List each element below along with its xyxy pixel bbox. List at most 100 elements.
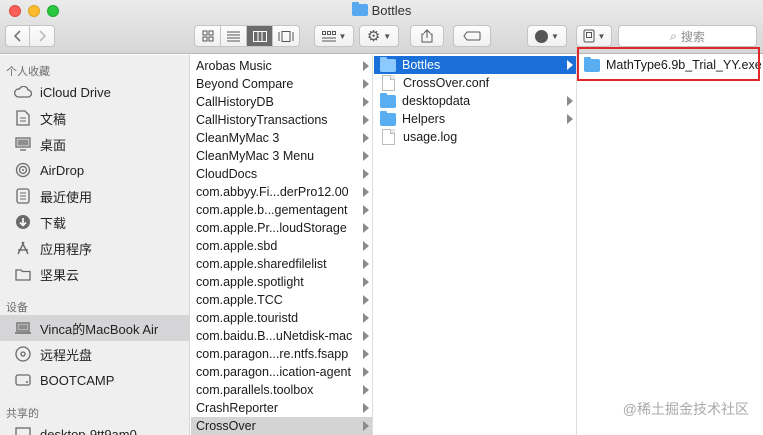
extension-button[interactable]: ▼ — [527, 25, 567, 47]
sidebar-item-network-desktop[interactable]: desktop-9tt9am0 — [0, 421, 189, 435]
cloud-icon — [14, 83, 32, 101]
share-icon — [421, 29, 433, 43]
list-item[interactable]: com.paragon...re.ntfs.fsapp — [191, 345, 372, 363]
chevron-right-icon — [363, 169, 369, 179]
chevron-right-icon — [39, 30, 46, 42]
drive-icon — [14, 371, 32, 389]
folder-icon — [380, 56, 396, 72]
list-item[interactable]: com.paragon...ication-agent — [191, 363, 372, 381]
tags-button[interactable] — [453, 25, 491, 47]
list-item[interactable]: CloudDocs — [191, 165, 372, 183]
icon-view-button[interactable] — [195, 26, 221, 46]
list-item[interactable]: com.apple.TCC — [191, 291, 372, 309]
chevron-right-icon — [363, 295, 369, 305]
network-icon — [14, 425, 32, 435]
download-icon — [14, 213, 32, 231]
list-item[interactable]: Helpers — [374, 110, 576, 128]
list-item[interactable]: com.apple.sbd — [191, 237, 372, 255]
list-item[interactable]: usage.log — [374, 128, 576, 146]
sidebar-item-bootcamp[interactable]: BOOTCAMP — [0, 367, 189, 393]
sidebar-heading-devices: 设备 — [6, 302, 28, 314]
desktop-icon — [14, 135, 32, 153]
list-item[interactable]: com.abbyy.Fi...derPro12.00 — [191, 183, 372, 201]
group-by-button[interactable]: ▼ — [314, 25, 354, 47]
list-item-selected[interactable]: CrossOver — [191, 417, 372, 435]
back-button[interactable] — [6, 26, 30, 46]
list-item[interactable]: CleanMyMac 3 — [191, 129, 372, 147]
chevron-right-icon — [567, 96, 573, 106]
sidebar-item-macbook[interactable]: Vinca的MacBook Air — [0, 315, 189, 341]
forward-button[interactable] — [30, 26, 54, 46]
chevron-right-icon — [363, 367, 369, 377]
chevron-right-icon — [363, 349, 369, 359]
chevron-right-icon — [567, 114, 573, 124]
chevron-right-icon — [363, 205, 369, 215]
search-icon: ⌕ — [670, 28, 677, 43]
device-button[interactable]: ▼ — [576, 25, 612, 47]
sidebar-heading-favorites: 个人收藏 — [6, 66, 50, 78]
sidebar-item-desktop[interactable]: 桌面 — [0, 131, 189, 157]
browser-column-library: Arobas Music Beyond Compare CallHistoryD… — [191, 55, 373, 435]
list-item[interactable]: com.apple.b...gementagent — [191, 201, 372, 219]
chevron-right-icon — [363, 151, 369, 161]
list-item[interactable]: com.apple.touristd — [191, 309, 372, 327]
chevron-right-icon — [363, 61, 369, 71]
chevron-right-icon — [363, 187, 369, 197]
sidebar-item-icloud-drive[interactable]: iCloud Drive — [0, 79, 189, 105]
sidebar: 个人收藏 iCloud Drive 文稿 桌面 AirDrop 最近使用 下载 — [0, 55, 190, 435]
list-item[interactable]: CrossOver.conf — [374, 74, 576, 92]
chevron-right-icon — [363, 79, 369, 89]
chevron-right-icon — [363, 331, 369, 341]
list-item[interactable]: com.apple.Pr...loudStorage — [191, 219, 372, 237]
chevron-right-icon — [363, 313, 369, 323]
list-item[interactable]: CallHistoryTransactions — [191, 111, 372, 129]
chevron-right-icon — [363, 277, 369, 287]
watermark-text: @稀土掘金技术社区 — [622, 401, 749, 417]
list-view-button[interactable] — [221, 26, 247, 46]
list-item[interactable]: CrashReporter — [191, 399, 372, 417]
chevron-right-icon — [363, 133, 369, 143]
chevron-right-icon — [363, 421, 369, 431]
document-icon — [14, 109, 32, 127]
search-input[interactable]: ⌕ 搜索 — [618, 25, 757, 47]
folder-icon — [351, 2, 368, 16]
column-view-button[interactable] — [247, 26, 273, 46]
chevron-right-icon — [363, 115, 369, 125]
chevron-down-icon: ▼ — [338, 31, 347, 41]
chevron-right-icon — [363, 385, 369, 395]
list-item[interactable]: Arobas Music — [191, 57, 372, 75]
share-button[interactable] — [410, 25, 444, 47]
sidebar-item-nutstore[interactable]: 坚果云 — [0, 261, 189, 287]
sidebar-item-remote-disc[interactable]: 远程光盘 — [0, 341, 189, 367]
sidebar-item-documents[interactable]: 文稿 — [0, 105, 189, 131]
list-item-selected[interactable]: Bottles — [374, 56, 576, 74]
sidebar-item-downloads[interactable]: 下载 — [0, 209, 189, 235]
list-item[interactable]: CleanMyMac 3 Menu — [191, 147, 372, 165]
list-item[interactable]: com.baidu.B...uNetdisk-mac — [191, 327, 372, 345]
sidebar-item-recents[interactable]: 最近使用 — [0, 183, 189, 209]
chevron-down-icon: ▼ — [597, 31, 606, 41]
list-item[interactable]: com.apple.sharedfilelist — [191, 255, 372, 273]
view-mode-control — [194, 25, 300, 47]
gallery-icon — [278, 30, 294, 42]
gallery-view-button[interactable] — [273, 26, 299, 46]
list-item[interactable]: com.apple.spotlight — [191, 273, 372, 291]
chevron-down-icon: ▼ — [551, 31, 559, 41]
action-button[interactable]: ⚙ ▼ — [359, 25, 399, 47]
window-title: Bottles — [0, 2, 763, 18]
list-item[interactable]: CallHistoryDB — [191, 93, 372, 111]
disc-icon — [14, 345, 32, 363]
chevron-right-icon — [567, 60, 573, 70]
sidebar-heading-shared: 共享的 — [6, 408, 39, 420]
applications-icon — [14, 239, 32, 257]
sidebar-item-applications[interactable]: 应用程序 — [0, 235, 189, 261]
chevron-right-icon — [363, 403, 369, 413]
chevron-right-icon — [363, 223, 369, 233]
list-item[interactable]: desktopdata — [374, 92, 576, 110]
list-item[interactable]: com.parallels.toolbox — [191, 381, 372, 399]
chevron-down-icon: ▼ — [383, 31, 392, 41]
folder-icon — [380, 92, 396, 108]
sidebar-item-airdrop[interactable]: AirDrop — [0, 157, 189, 183]
list-item[interactable]: Beyond Compare — [191, 75, 372, 93]
chevron-right-icon — [363, 241, 369, 251]
